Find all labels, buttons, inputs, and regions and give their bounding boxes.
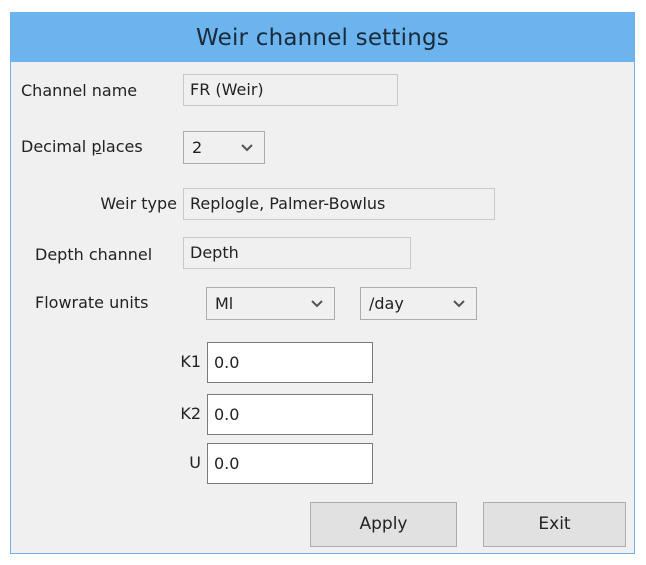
u-input[interactable]: 0.0: [207, 443, 373, 484]
k2-label: K2: [180, 404, 201, 423]
k1-input[interactable]: 0.0: [207, 342, 373, 383]
depth-channel-field: Depth: [183, 237, 411, 269]
u-label: U: [189, 453, 201, 472]
weir-type-field: Replogle, Palmer-Bowlus: [183, 188, 495, 220]
flowrate-volume-value: Ml: [215, 294, 234, 313]
flowrate-time-dropdown[interactable]: /day: [360, 287, 477, 320]
settings-form: Channel name FR (Weir) Decimal places 2 …: [17, 62, 628, 548]
chevron-down-icon: [241, 144, 253, 152]
exit-button[interactable]: Exit: [483, 502, 626, 547]
k1-label: K1: [180, 352, 201, 371]
depth-channel-label: Depth channel: [35, 245, 153, 264]
flowrate-time-value: /day: [369, 294, 404, 313]
flowrate-volume-dropdown[interactable]: Ml: [206, 287, 335, 320]
decimal-places-label: Decimal places: [21, 137, 143, 156]
weir-type-label: Weir type: [100, 194, 177, 213]
decimal-places-dropdown[interactable]: 2: [183, 131, 265, 164]
title-bar: Weir channel settings: [11, 13, 634, 62]
apply-button[interactable]: Apply: [310, 502, 457, 547]
k2-input[interactable]: 0.0: [207, 394, 373, 435]
decimal-places-value: 2: [192, 138, 203, 157]
chevron-down-icon: [311, 300, 323, 308]
channel-name-field: FR (Weir): [183, 74, 398, 106]
settings-window: Weir channel settings Channel name FR (W…: [10, 12, 635, 554]
flowrate-units-label: Flowrate units: [35, 293, 149, 312]
chevron-down-icon: [453, 300, 465, 308]
channel-name-label: Channel name: [21, 81, 138, 100]
window-title: Weir channel settings: [196, 24, 449, 51]
